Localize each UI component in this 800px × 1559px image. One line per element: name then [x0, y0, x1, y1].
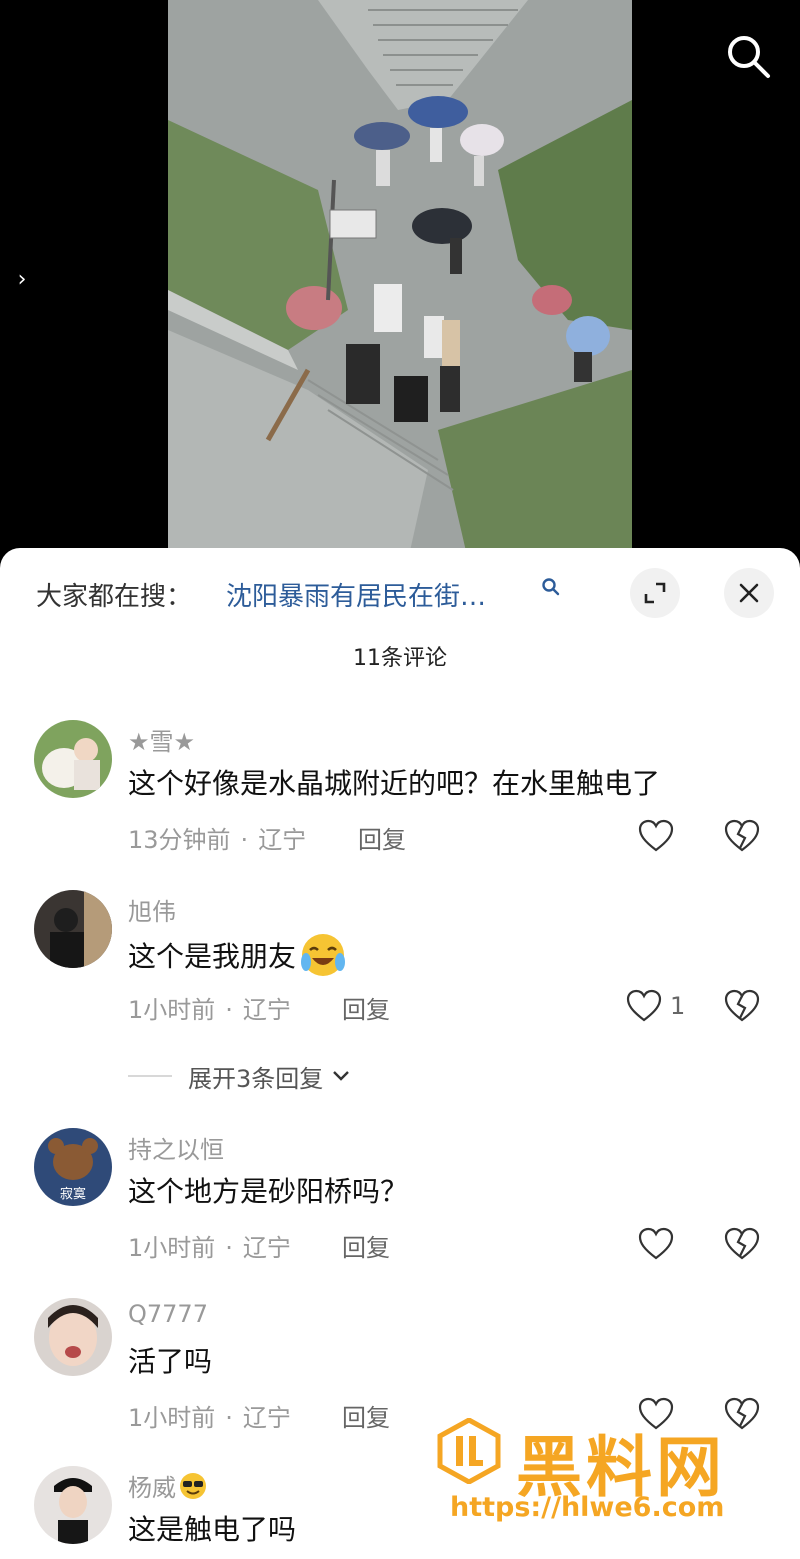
- comment-time: 1小时前: [128, 996, 216, 1024]
- video-scene-image: [168, 0, 632, 560]
- comment-item: 旭伟 这个是我朋友 1小时前 · 辽宁 回复 1: [0, 890, 800, 1040]
- dislike-button[interactable]: [722, 816, 762, 856]
- comment-time: 1小时前: [128, 1404, 216, 1432]
- comment-count: 11条评论: [353, 646, 447, 671]
- divider: [128, 1075, 172, 1077]
- username[interactable]: 持之以恒: [128, 1130, 224, 1165]
- like-button[interactable]: 1: [624, 986, 685, 1026]
- comment-text-content: 这个地方是砂阳桥吗？: [128, 1175, 409, 1208]
- comment-text: 这个地方是砂阳桥吗？: [128, 1170, 408, 1210]
- search-icon[interactable]: [724, 32, 772, 80]
- heart-outline-icon: [626, 989, 662, 1022]
- chevron-down-icon: [333, 1071, 350, 1081]
- username[interactable]: Q7777: [128, 1300, 208, 1328]
- comment-meta: 1小时前 · 辽宁: [128, 1398, 291, 1433]
- dislike-button[interactable]: [722, 986, 762, 1026]
- comment-text-content: 这个是我朋友: [128, 940, 297, 973]
- comment-text: 活了吗: [128, 1340, 212, 1380]
- like-count: 1: [670, 992, 686, 1020]
- video-player[interactable]: ›: [0, 0, 800, 560]
- sheet-header: 大家都在搜： 沈阳暴雨有居民在街…: [0, 548, 800, 640]
- chevron-right-icon[interactable]: ›: [12, 266, 32, 294]
- sunglasses-emoji: [180, 1472, 206, 1499]
- meta-separator: ·: [225, 1234, 233, 1262]
- hot-search-label: 大家都在搜：: [36, 582, 193, 612]
- expand-replies-label: 展开3条回复: [188, 1064, 324, 1093]
- reply-button[interactable]: 回复: [342, 990, 390, 1025]
- username[interactable]: 杨威: [128, 1468, 208, 1503]
- avatar[interactable]: [34, 720, 112, 798]
- watermark-url: https://hlwe6.com: [450, 1492, 725, 1523]
- broken-heart-icon: [724, 989, 760, 1022]
- hot-search-link[interactable]: 沈阳暴雨有居民在街…: [226, 576, 486, 613]
- avatar[interactable]: 寂寞: [34, 1128, 112, 1206]
- comment-sheet: 大家都在搜： 沈阳暴雨有居民在街… 11条评论 ★雪★ 这个好像是水晶城附近的吧…: [0, 548, 800, 1559]
- comment-text-content: 这个好像是水晶城附近的吧？在水里触电了: [128, 767, 661, 800]
- avatar[interactable]: [34, 1466, 112, 1544]
- expand-icon: [644, 582, 666, 604]
- expand-replies-button[interactable]: 展开3条回复: [128, 1058, 353, 1094]
- avatar-text: 寂寞: [60, 1186, 86, 1202]
- search-icon[interactable]: [540, 576, 562, 598]
- comment-text: 这个是我朋友: [128, 932, 346, 978]
- video-frame[interactable]: [168, 0, 632, 560]
- meta-separator: ·: [225, 996, 233, 1024]
- comment-time: 13分钟前: [128, 826, 231, 854]
- like-button[interactable]: [636, 816, 682, 856]
- comment-text: 这个好像是水晶城附近的吧？在水里触电了: [128, 762, 660, 802]
- comment-text: 这是触电了吗: [128, 1508, 296, 1548]
- dislike-button[interactable]: [722, 1224, 762, 1264]
- comment-location: 辽宁: [242, 996, 291, 1024]
- watermark-logo-icon: [437, 1418, 501, 1484]
- comment-time: 1小时前: [128, 1234, 216, 1262]
- reply-button[interactable]: 回复: [358, 820, 406, 855]
- comment-location: 辽宁: [242, 1404, 291, 1432]
- meta-separator: ·: [240, 826, 249, 854]
- comment-meta: 1小时前 · 辽宁: [128, 990, 291, 1025]
- crying-laughing-emoji: [301, 934, 346, 976]
- meta-separator: ·: [225, 1404, 233, 1432]
- username[interactable]: 旭伟: [128, 892, 176, 927]
- comment-location: 辽宁: [242, 1234, 291, 1262]
- broken-heart-icon: [724, 819, 760, 852]
- comment-meta: 1小时前 · 辽宁: [128, 1228, 291, 1263]
- comment-meta: 13分钟前 · 辽宁: [128, 820, 306, 855]
- close-button[interactable]: [724, 568, 774, 618]
- avatar[interactable]: [34, 890, 112, 968]
- broken-heart-icon: [724, 1227, 760, 1260]
- comment-item: ★雪★ 这个好像是水晶城附近的吧？在水里触电了 13分钟前 · 辽宁 回复: [0, 720, 800, 870]
- heart-outline-icon: [638, 819, 674, 852]
- heart-outline-icon: [638, 1227, 674, 1260]
- comment-location: 辽宁: [258, 826, 307, 854]
- expand-button[interactable]: [630, 568, 680, 618]
- comment-item: 寂寞 持之以恒 这个地方是砂阳桥吗？ 1小时前 · 辽宁 回复: [0, 1128, 800, 1278]
- close-icon: [739, 583, 759, 603]
- reply-button[interactable]: 回复: [342, 1228, 390, 1263]
- username-text: 杨威: [128, 1474, 176, 1502]
- avatar[interactable]: [34, 1298, 112, 1376]
- username[interactable]: ★雪★: [128, 722, 195, 757]
- reply-button[interactable]: 回复: [342, 1398, 390, 1433]
- comment-text-content: 这是触电了吗: [128, 1513, 297, 1546]
- watermark: 黑料网 https://hlwe6.com: [436, 1414, 776, 1534]
- like-button[interactable]: [636, 1224, 682, 1264]
- comment-text-content: 活了吗: [128, 1345, 213, 1378]
